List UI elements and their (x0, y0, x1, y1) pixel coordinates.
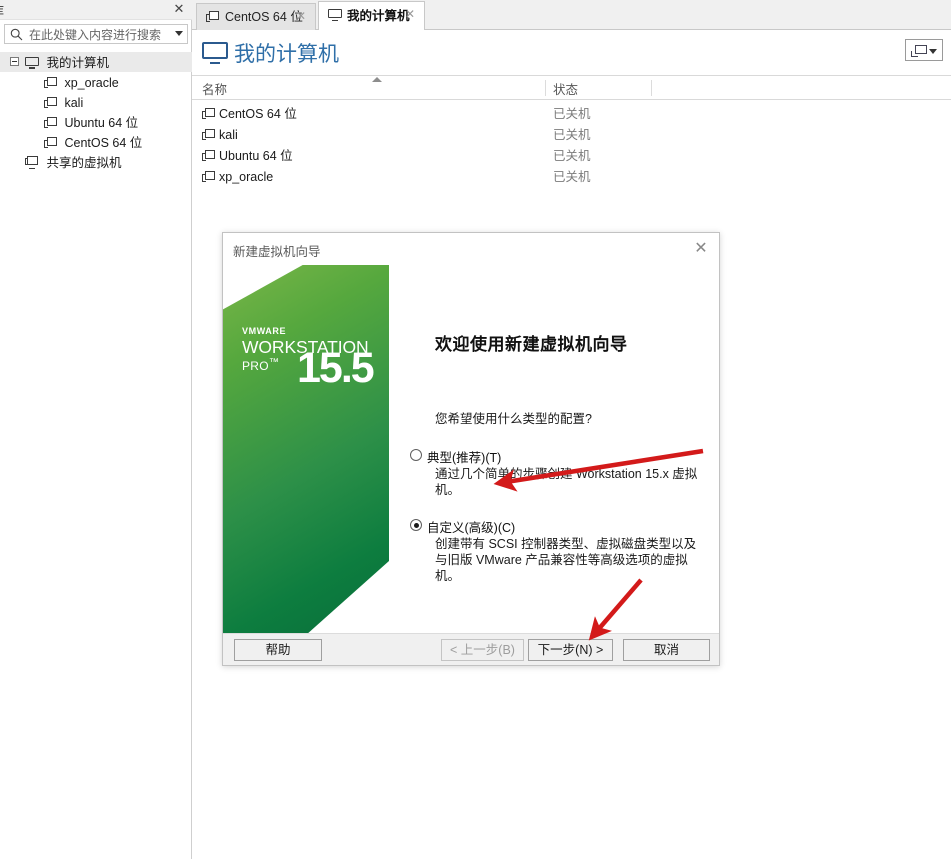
chevron-down-icon[interactable] (175, 31, 183, 36)
back-button: < 上一步(B) (441, 639, 524, 661)
banner-trademark: ™ (268, 356, 279, 368)
option-typical-label[interactable]: 典型(推荐)(T) (427, 447, 501, 466)
vm-name: xp_oracle (219, 170, 274, 184)
wizard-heading: 欢迎使用新建虚拟机向导 (435, 335, 628, 354)
vm-name: kali (219, 128, 238, 142)
vm-icon (202, 129, 215, 141)
tree-item-xp-oracle[interactable]: xp_oracle (0, 72, 192, 92)
search-icon (10, 28, 23, 41)
sort-ascending-icon (372, 77, 382, 82)
wizard-titlebar: 新建虚拟机向导 ✕ (223, 233, 719, 265)
vm-state: 已关机 (553, 107, 591, 121)
close-icon[interactable]: ✕ (691, 239, 711, 259)
banner-text: VMWARE WORKSTATION PRO™ 15.5 (242, 326, 375, 390)
table-row[interactable]: Ubuntu 64 位 已关机 (192, 146, 951, 167)
vm-name: Ubuntu 64 位 (219, 149, 293, 163)
library-titlebar: 库 ✕ (0, 0, 192, 20)
radio-typical[interactable] (410, 449, 422, 461)
tab-my-computer[interactable]: 我的计算机 ✕ (318, 1, 425, 30)
tree-item-centos-64[interactable]: CentOS 64 位 (0, 132, 192, 152)
collapse-icon[interactable] (10, 57, 19, 66)
search-box[interactable] (4, 24, 188, 45)
option-custom-label[interactable]: 自定义(高级)(C) (427, 517, 515, 536)
library-title: 库 (0, 2, 4, 19)
vm-icon (44, 76, 57, 89)
vm-state: 已关机 (553, 170, 591, 184)
tab-centos-64[interactable]: CentOS 64 位 ✕ (196, 3, 316, 30)
option-typical-description: 通过几个简单的步骤创建 Workstation 15.x 虚拟机。 (435, 467, 698, 497)
banner-version: 15.5 (297, 344, 375, 392)
tab-close-icon[interactable]: ✕ (403, 7, 417, 21)
vm-name: CentOS 64 位 (219, 107, 297, 121)
vm-state: 已关机 (553, 149, 591, 163)
vm-icon (44, 116, 57, 129)
radio-custom[interactable] (410, 519, 422, 531)
wizard-body: 欢迎使用新建虚拟机向导 您希望使用什么类型的配置? 典型(推荐)(T) 通过几个… (389, 265, 719, 635)
wizard-question: 您希望使用什么类型的配置? (435, 412, 592, 426)
vm-icon (202, 150, 215, 162)
vm-icon (206, 11, 219, 23)
tree-item-label: Ubuntu 64 位 (64, 115, 139, 130)
page-title: 我的计算机 (234, 43, 339, 66)
view-layout-button[interactable] (905, 39, 943, 61)
vm-icon (202, 171, 215, 183)
display-layout-icon (911, 45, 927, 57)
tree-item-label: 我的计算机 (46, 55, 109, 70)
chevron-down-icon (929, 49, 937, 54)
library-panel: 库 ✕ 我的计算机 xp_oracle kali Ubuntu 64 位 (0, 0, 192, 859)
help-button[interactable]: 帮助 (234, 639, 322, 661)
vm-state: 已关机 (553, 128, 591, 142)
monitor-icon (25, 56, 39, 69)
tree-item-label: 共享的虚拟机 (46, 155, 122, 170)
tree-item-my-computer[interactable]: 我的计算机 (0, 52, 192, 72)
vm-icon (44, 136, 57, 149)
shared-vm-icon (25, 156, 39, 170)
close-icon[interactable]: ✕ (171, 1, 187, 17)
banner-gradient-shape (223, 265, 389, 635)
next-button[interactable]: 下一步(N) > (528, 639, 613, 661)
column-header-status[interactable]: 状态 (553, 79, 578, 98)
vm-icon (44, 96, 57, 109)
wizard-footer: 帮助 < 上一步(B) 下一步(N) > 取消 (223, 633, 719, 665)
column-divider[interactable] (545, 80, 546, 96)
table-row[interactable]: CentOS 64 位 已关机 (192, 104, 951, 125)
tab-strip: CentOS 64 位 ✕ 我的计算机 ✕ (192, 0, 951, 30)
tab-label: 我的计算机 (347, 9, 410, 23)
vm-tree: 我的计算机 xp_oracle kali Ubuntu 64 位 CentOS … (0, 52, 192, 172)
tab-label: CentOS 64 位 (225, 10, 303, 24)
option-custom-description: 创建带有 SCSI 控制器类型、虚拟磁盘类型以及与旧版 VMware 产品兼容性… (435, 537, 697, 583)
vm-icon (202, 108, 215, 120)
banner-edition: PRO (242, 358, 269, 373)
banner-vendor: VMWARE (242, 326, 287, 336)
tree-item-shared-vms[interactable]: 共享的虚拟机 (0, 152, 192, 172)
vm-list: CentOS 64 位 已关机 kali 已关机 Ubuntu 64 位 已关机… (192, 104, 951, 188)
column-header-row: 名称 状态 (192, 76, 951, 100)
new-vm-wizard-dialog: 新建虚拟机向导 ✕ VMWARE WORKSTATION PRO™ 15.5 欢… (222, 232, 720, 666)
tree-item-kali[interactable]: kali (0, 92, 192, 112)
tree-item-label: xp_oracle (64, 75, 119, 90)
wizard-title: 新建虚拟机向导 (233, 245, 321, 259)
tree-item-ubuntu-64[interactable]: Ubuntu 64 位 (0, 112, 192, 132)
tree-item-label: CentOS 64 位 (64, 135, 143, 150)
column-divider[interactable] (651, 80, 652, 96)
search-input[interactable] (27, 25, 171, 45)
tree-item-label: kali (64, 95, 84, 110)
content-header: 我的计算机 (192, 30, 951, 76)
cancel-button[interactable]: 取消 (623, 639, 710, 661)
table-row[interactable]: xp_oracle 已关机 (192, 167, 951, 188)
column-header-name[interactable]: 名称 (202, 79, 227, 98)
vmware-product-banner: VMWARE WORKSTATION PRO™ 15.5 (223, 265, 389, 635)
tab-close-icon[interactable]: ✕ (294, 9, 308, 23)
table-row[interactable]: kali 已关机 (192, 125, 951, 146)
monitor-icon (328, 9, 342, 21)
monitor-icon (202, 42, 228, 64)
